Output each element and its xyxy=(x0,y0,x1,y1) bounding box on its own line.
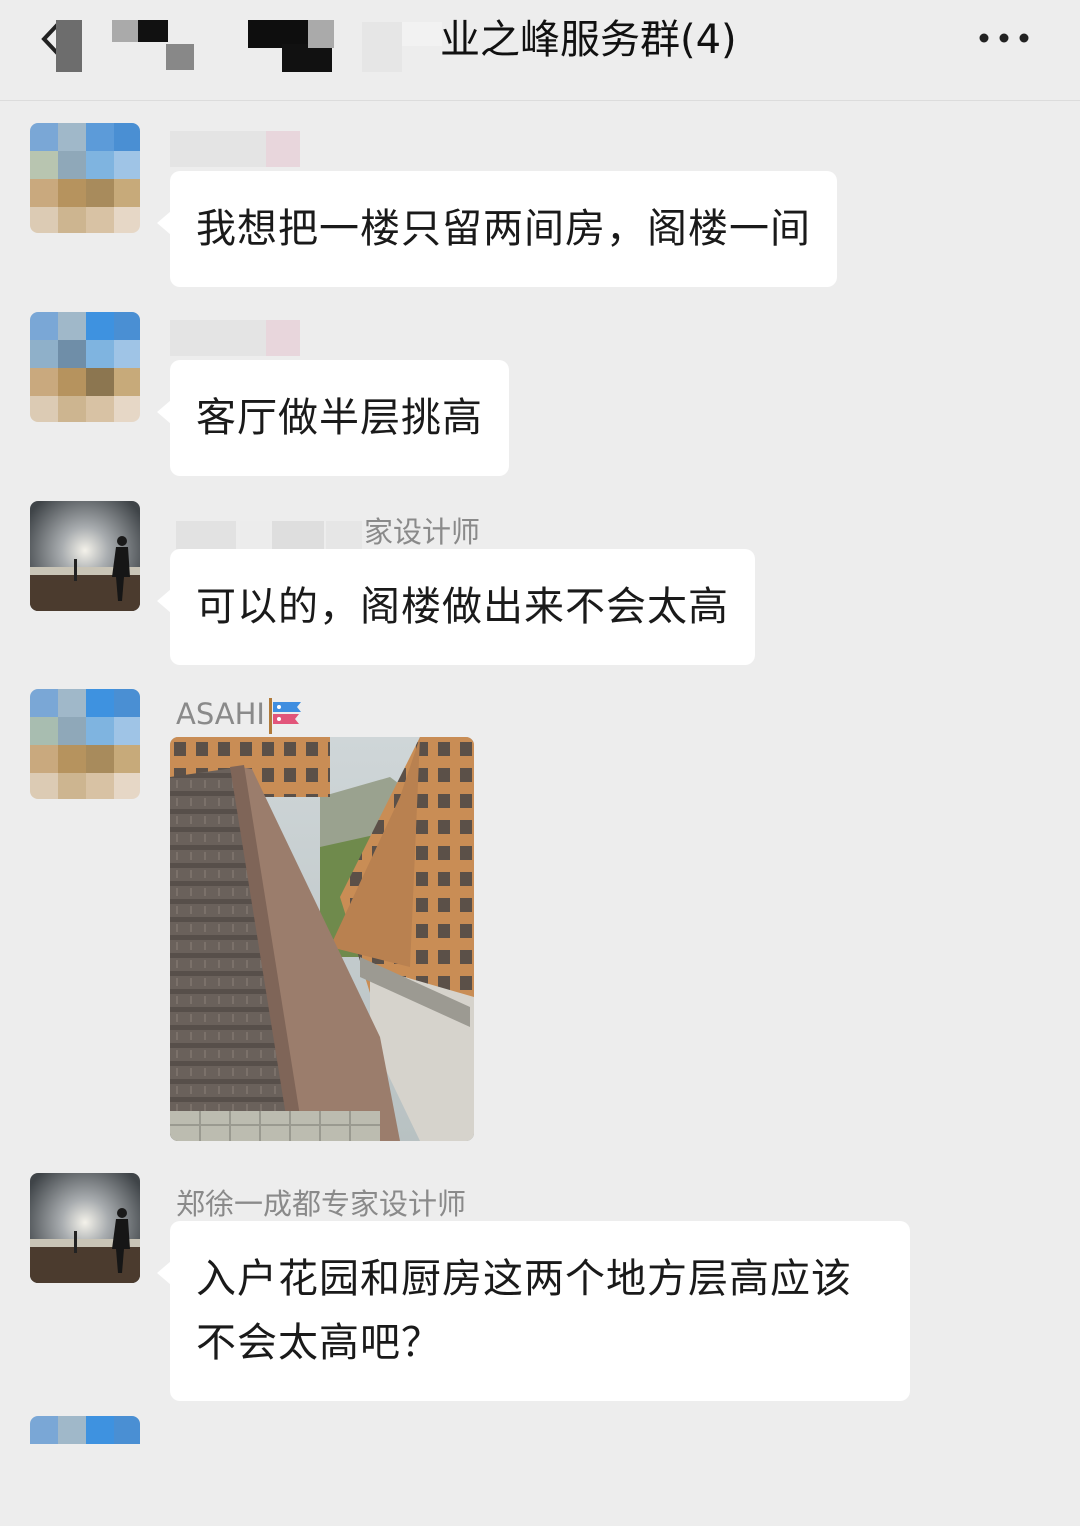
avatar[interactable] xyxy=(30,1416,140,1526)
sender-name-mask xyxy=(176,521,362,549)
avatar[interactable] xyxy=(30,501,140,611)
sender-name-blurred xyxy=(170,131,300,167)
message-text: 入户花园和厨房这两个地方层高应该不会太高吧？ xyxy=(196,1256,852,1366)
more-dots-icon[interactable] xyxy=(976,20,1032,56)
avatar[interactable] xyxy=(30,312,140,422)
message-bubble[interactable]: 客厅做半层挑高 xyxy=(157,360,509,476)
message-text: 可以的，阁楼做出来不会太高 xyxy=(196,584,729,630)
sender-name: ASAHI xyxy=(176,697,307,734)
roof-photo[interactable] xyxy=(170,737,474,1141)
avatar[interactable] xyxy=(30,123,140,233)
sender-name-blurred xyxy=(170,320,300,356)
message-bubble[interactable]: 入户花园和厨房这两个地方层高应该不会太高吧？ xyxy=(157,1221,910,1401)
carp-flag-icon xyxy=(268,698,301,734)
message-text: 客厅做半层挑高 xyxy=(196,395,483,441)
message-bubble[interactable]: 可以的，阁楼做出来不会太高 xyxy=(157,549,755,665)
title-privacy-mask xyxy=(56,20,442,72)
sender-name: 家设计师 xyxy=(176,509,480,551)
message-text: 我想把一楼只留两间房，阁楼一间 xyxy=(196,206,811,252)
chat-title: 业之峰服务群(4) xyxy=(440,17,737,63)
chat-header: 业之峰服务群(4) xyxy=(0,0,1080,101)
avatar[interactable] xyxy=(30,1173,140,1283)
sender-name: 郑徐一成都专家设计师 xyxy=(176,1187,467,1221)
avatar[interactable] xyxy=(30,689,140,799)
message-bubble[interactable]: 我想把一楼只留两间房，阁楼一间 xyxy=(157,171,837,287)
